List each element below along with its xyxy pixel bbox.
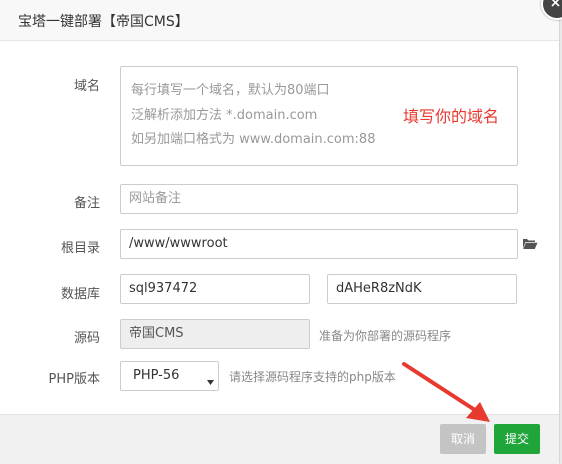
php-version-help: 请选择源码程序支持的php版本 [229,370,396,384]
root-dir-input[interactable]: /www/wwwroot [120,229,518,259]
domain-label: 域名 [73,79,100,94]
cancel-button[interactable]: 取消 [440,424,486,454]
domain-placeholder-line-1: 每行填写一个域名，默认为80端口 [131,83,330,98]
dialog-title-bar: 宝塔一键部署【帝国CMS】 [0,0,559,41]
php-version-select[interactable]: PHP-56 [120,361,219,391]
domain-annotation: 填写你的域名 [403,107,500,126]
source-label: 源码 [73,331,100,346]
folder-open-icon[interactable] [522,237,538,254]
database-password-input[interactable]: dAHeR8zNdK [327,274,517,304]
deploy-dialog: 宝塔一键部署【帝国CMS】 域名 每行填写一个域名，默认为80端口 泛解析添加方… [0,0,560,464]
root-dir-label: 根目录 [60,241,100,256]
source-input: 帝国CMS [120,319,310,349]
remark-input[interactable]: 网站备注 [120,184,518,214]
domain-placeholder-line-2: 泛解析添加方法 *.domain.com [131,108,318,123]
php-version-label: PHP版本 [48,372,100,387]
submit-button[interactable]: 提交 [494,424,540,454]
dialog-title: 宝塔一键部署【帝国CMS】 [18,14,189,30]
domain-textarea[interactable]: 每行填写一个域名，默认为80端口 泛解析添加方法 *.domain.com 如另… [120,66,518,166]
annotation-arrow-icon [402,362,490,422]
caret-down-icon [207,374,214,389]
domain-placeholder-line-3: 如另加端口格式为 www.domain.com:88 [131,132,376,147]
database-name-input[interactable]: sql937472 [120,274,310,304]
source-help: 准备为你部署的源码程序 [319,329,452,343]
database-label: 数据库 [60,287,100,302]
remark-label: 备注 [73,196,100,211]
php-version-selected: PHP-56 [133,368,180,383]
